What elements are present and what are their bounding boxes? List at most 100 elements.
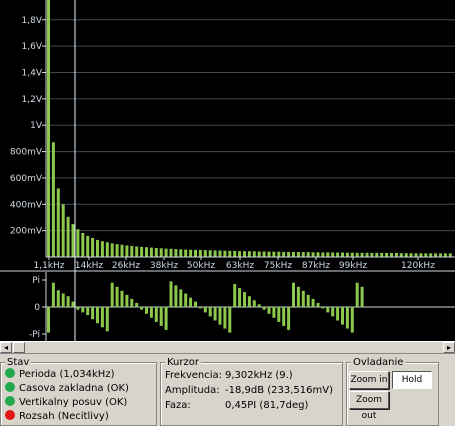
amplitude-bar [228,250,232,257]
status-item-rozsah: Rozsah (Necitlivy) [5,410,109,424]
amplitude-bar [434,253,438,257]
amplitude-bar [336,252,340,257]
phase-bar [189,297,193,307]
phase-bar [345,307,349,329]
horizontal-scrollbar[interactable]: ◂ ▸ [0,341,455,354]
x-tick-label: 75kHz [264,261,292,271]
amplitude-bar [189,249,193,257]
phase-bar [350,307,354,333]
amplitude-bar [194,249,197,257]
amplitude-bar [360,252,364,257]
amplitude-bar [282,251,286,257]
phase-bar [91,307,95,320]
amplitude-bar [257,251,261,257]
amplitude-bar [96,239,99,257]
amplitude-y-axis: 1,8V 1,6V 1,4V 1,2V 1V 800mV 600mV 400mV 200mV [10,16,46,237]
amplitude-bar [154,248,158,257]
stav-group-title: Stav [5,357,32,368]
phase-bar [321,307,325,309]
frequency-label: Frekvencia: [165,370,223,381]
x-tick-label: 14kHz [75,261,103,271]
phase-bar [247,296,251,307]
phase-bar [243,292,246,307]
phase-bar [184,293,188,307]
phase-bar [316,302,320,307]
x-tick-label: 99kHz [339,261,367,271]
amplitude-bar [243,251,246,257]
phase-bar [306,294,310,308]
phase-bar [56,290,60,307]
ovladanie-group-title: Ovladanie [351,357,406,368]
y-tick-label: 1,6V [22,42,43,52]
x-tick-label: 50kHz [187,261,215,271]
phase-bar [233,284,237,307]
status-item-casova-zakladna: Casova zakladna (OK) [5,382,129,396]
amplitude-bar [301,252,305,257]
scroll-left-arrow[interactable]: ◂ [0,342,12,353]
phase-bar [135,302,139,307]
y-tick-label: 800mV [10,148,43,158]
amplitude-bar [174,249,178,257]
amplitude-bar [149,247,153,257]
amplitude-bar [218,250,222,257]
amplitude-bar [252,251,256,257]
amplitude-bar [404,253,408,257]
amplitude-bar [145,247,148,257]
amplitude-bar [120,244,124,257]
amplitude-bar [296,252,300,257]
status-item-label: Rozsah (Necitlivy) [19,411,109,422]
x-tick-label: 87kHz [302,261,330,271]
phase-bar [341,307,344,325]
amplitude-bar [390,253,393,257]
amplitude-bar [91,237,95,257]
amplitude-bar [326,252,330,257]
phase-bar [238,288,242,307]
phase-bar [331,307,335,317]
amplitude-bar [267,251,271,257]
phase-bar [296,286,300,308]
scroll-right-arrow[interactable]: ▸ [443,342,455,353]
phase-bar [105,307,109,332]
phase-bar [130,298,134,307]
phase-bar [115,286,119,308]
y-tick-label: 1,2V [22,95,43,105]
y-tick-label: 1V [30,121,43,131]
phase-bar [86,307,90,316]
amplitude-bar [105,242,109,257]
phase-bar [360,286,364,308]
amplitude-bar [341,252,344,257]
hold-toggle[interactable]: Hold [392,371,432,389]
scroll-thumb[interactable] [13,342,25,353]
status-item-label: Vertikalny posuv (OK) [19,397,128,408]
status-ok-icon [5,396,15,406]
phase-bar [179,289,183,307]
phase-y-axis: Pi 0 -Pi [29,276,46,340]
x-tick-label: 63kHz [226,261,254,271]
amplitude-bar [223,250,227,257]
amplitude-bar [429,253,433,257]
phase-bar [326,307,330,313]
amplitude-bar [198,250,202,257]
amplitude-bar [164,248,168,257]
amplitude-bar [247,251,251,257]
ovladanie-group: Ovladanie Zoom in Zoom out Hold [346,357,439,426]
amplitude-bar [47,0,50,257]
amplitude-bar [110,243,114,257]
zoom-in-button[interactable]: Zoom in [349,371,389,389]
phase-bar [198,307,202,309]
amplitude-bar [414,253,418,257]
stav-group: Stav Perioda (1,034kHz) Casova zakladna … [0,357,157,426]
phase-bar [140,307,144,310]
amplitude-bar [71,224,75,257]
amplitude-bar [125,245,129,257]
amplitude-bar [419,253,423,257]
amplitude-bar [277,251,281,257]
spectrum-plot-area[interactable]: 1,8V 1,6V 1,4V 1,2V 1V 800mV 600mV 400mV 200mV 1… [0,0,455,341]
amplitude-bar [233,250,237,257]
spectrum-svg[interactable]: 1,8V 1,6V 1,4V 1,2V 1V 800mV 600mV 400mV 200mV 1… [0,0,455,341]
status-item-vertikalny-posuv: Vertikalny posuv (OK) [5,396,127,410]
amplitude-bar [262,251,266,257]
zoom-out-button[interactable]: Zoom out [349,391,389,421]
amplitude-label: Amplituda: [165,385,220,396]
phase-bar [154,307,158,322]
